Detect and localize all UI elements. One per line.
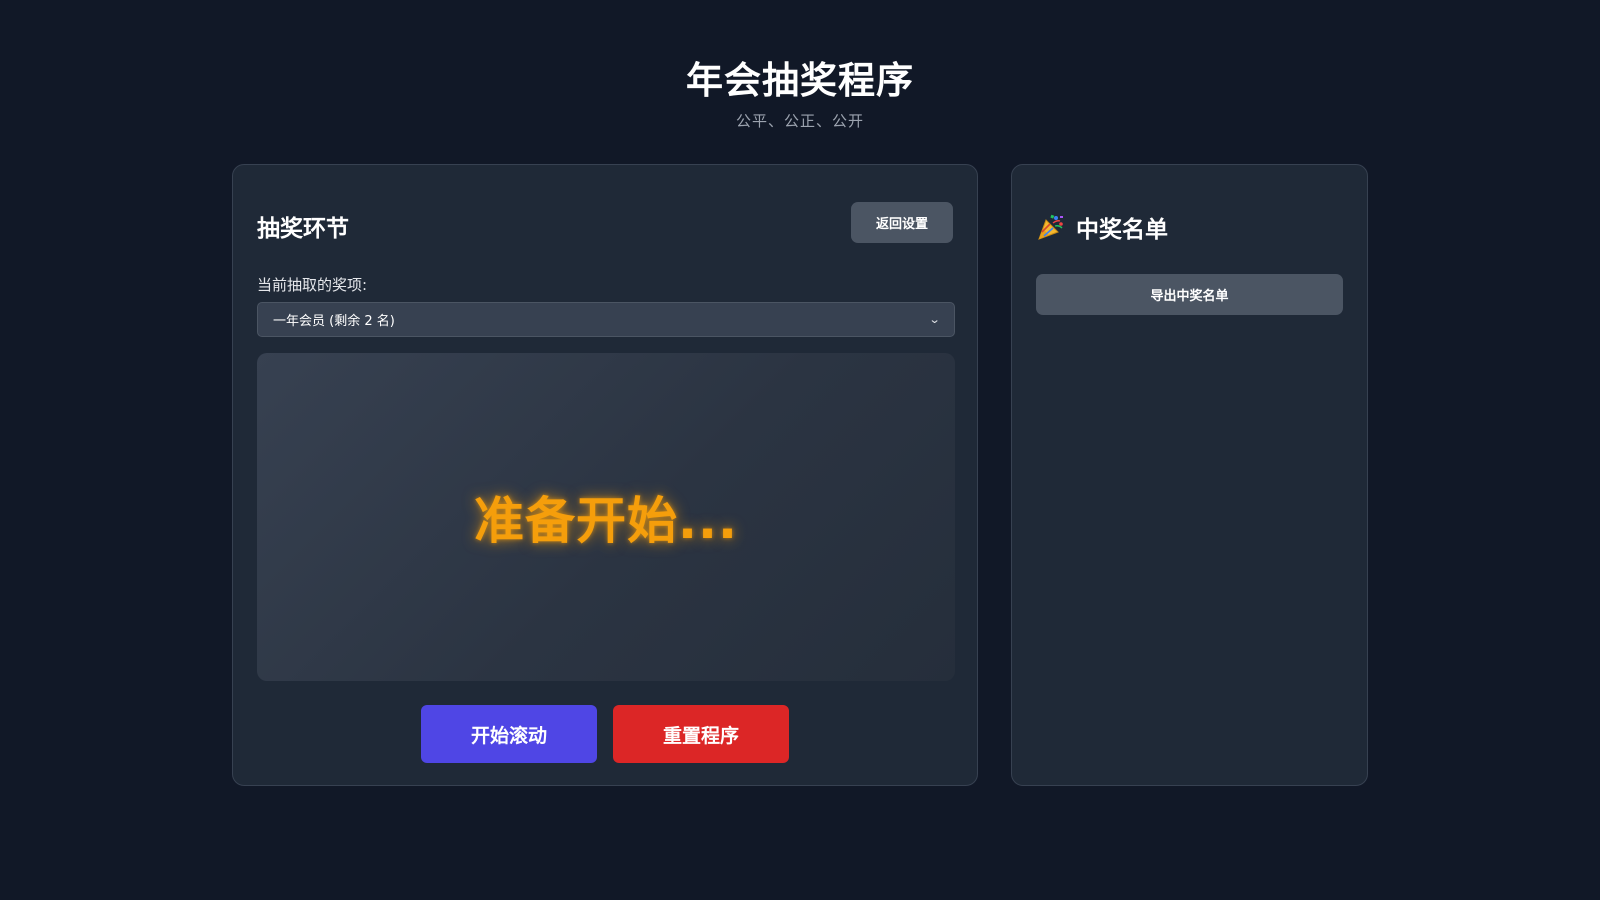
prize-select-label: 当前抽取的奖项:	[257, 276, 368, 294]
draw-display: 准备开始...	[257, 353, 955, 681]
winners-list	[1036, 331, 1343, 761]
page-header: 年会抽奖程序 公平、公正、公开	[0, 54, 1600, 131]
winners-panel: 中奖名单 导出中奖名单	[1011, 164, 1368, 786]
chevron-down-icon: ⌄	[928, 313, 941, 326]
lottery-app: 年会抽奖程序 公平、公正、公开 抽奖环节 返回设置 当前抽取的奖项: 一年会员 …	[0, 0, 1600, 900]
back-to-settings-button[interactable]: 返回设置	[851, 202, 953, 243]
action-buttons: 开始滚动 重置程序	[233, 705, 977, 763]
winners-panel-title: 中奖名单	[1076, 217, 1168, 243]
page-title: 年会抽奖程序	[686, 59, 914, 102]
reset-program-button[interactable]: 重置程序	[613, 705, 789, 763]
page-subtitle: 公平、公正、公开	[735, 112, 864, 130]
draw-panel: 抽奖环节 返回设置 当前抽取的奖项: 一年会员 (剩余 2 名) ⌄ 准备开始.…	[232, 164, 978, 786]
prize-select[interactable]: 一年会员 (剩余 2 名) ⌄	[257, 302, 955, 337]
draw-panel-title: 抽奖环节	[257, 216, 349, 242]
prize-select-value: 一年会员 (剩余 2 名)	[273, 314, 395, 329]
start-scroll-button[interactable]: 开始滚动	[421, 705, 597, 763]
party-popper-icon	[1036, 212, 1066, 242]
draw-display-text: 准备开始...	[474, 492, 738, 550]
winners-panel-header: 中奖名单	[1036, 210, 1168, 244]
export-winners-button[interactable]: 导出中奖名单	[1036, 274, 1343, 315]
